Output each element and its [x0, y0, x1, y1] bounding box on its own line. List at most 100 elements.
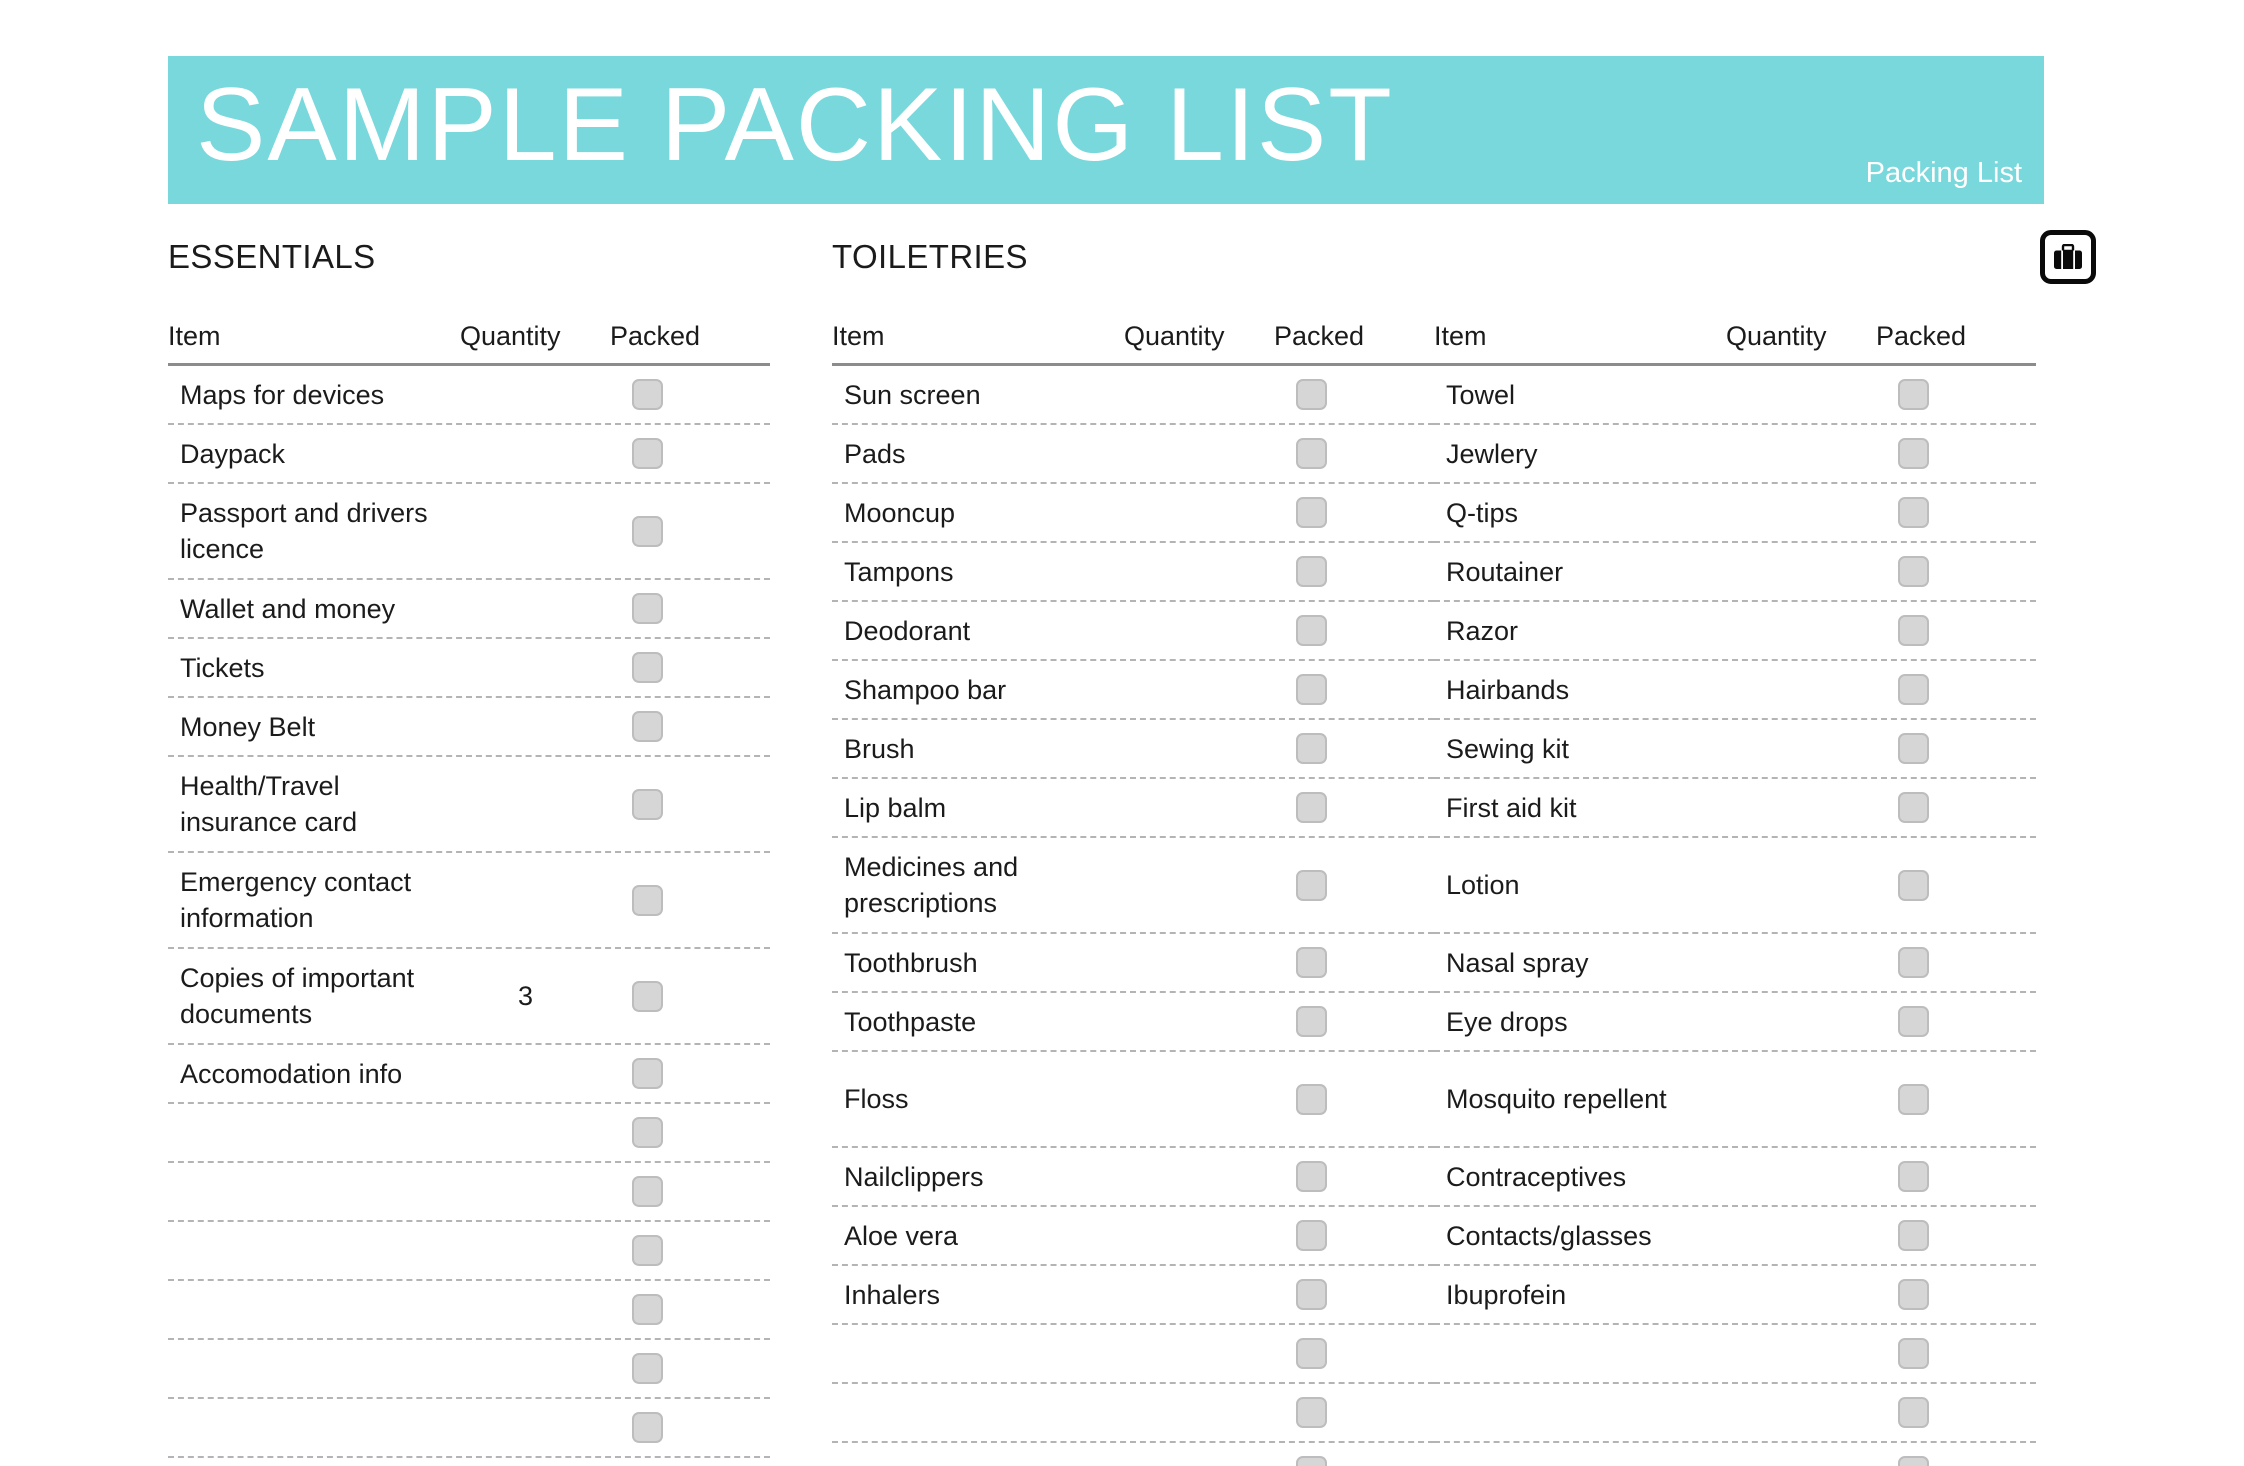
row-quantity-value[interactable] — [460, 1300, 610, 1320]
packed-checkbox[interactable] — [632, 980, 663, 1012]
packed-checkbox[interactable] — [1898, 1456, 1929, 1466]
row-quantity-value[interactable] — [1726, 953, 1876, 973]
row-quantity-value[interactable] — [460, 658, 610, 678]
row-quantity-value[interactable] — [1124, 1285, 1274, 1305]
packed-checkbox[interactable] — [1898, 792, 1929, 823]
packed-checkbox[interactable] — [1898, 497, 1929, 528]
packed-checkbox[interactable] — [1296, 556, 1327, 587]
packed-checkbox[interactable] — [1296, 1220, 1327, 1251]
row-quantity-value[interactable] — [1726, 621, 1876, 641]
packed-checkbox[interactable] — [1296, 1456, 1327, 1466]
packed-checkbox[interactable] — [1296, 1161, 1327, 1192]
row-quantity-value[interactable] — [1726, 1012, 1876, 1032]
row-quantity-value[interactable] — [1124, 798, 1274, 818]
row-quantity-value[interactable] — [460, 521, 610, 541]
row-quantity-value[interactable] — [1726, 1462, 1876, 1466]
row-quantity-value[interactable] — [1124, 1167, 1274, 1187]
row-quantity-value[interactable] — [1124, 562, 1274, 582]
packed-checkbox[interactable] — [632, 1058, 663, 1089]
row-quantity-value[interactable] — [1726, 562, 1876, 582]
row-quantity-value[interactable] — [1726, 503, 1876, 523]
packed-checkbox[interactable] — [1898, 615, 1929, 646]
packed-checkbox[interactable] — [1296, 792, 1327, 823]
packed-checkbox[interactable] — [632, 1117, 663, 1148]
row-quantity-value[interactable] — [1124, 1462, 1274, 1466]
row-quantity-value[interactable] — [1124, 1089, 1274, 1109]
row-quantity-value[interactable] — [1124, 385, 1274, 405]
packed-checkbox[interactable] — [1296, 615, 1327, 646]
row-quantity-value[interactable] — [1124, 680, 1274, 700]
packed-checkbox[interactable] — [632, 788, 663, 820]
packed-checkbox[interactable] — [1296, 733, 1327, 764]
row-quantity-value[interactable] — [1726, 1226, 1876, 1246]
row-quantity-value[interactable] — [1726, 875, 1876, 895]
row-quantity-value[interactable] — [460, 385, 610, 405]
packed-checkbox[interactable] — [1898, 1397, 1929, 1428]
row-quantity-value[interactable] — [460, 1064, 610, 1084]
packed-checkbox[interactable] — [632, 1235, 663, 1266]
row-quantity-value[interactable] — [460, 1123, 610, 1143]
row-quantity-value[interactable] — [1124, 875, 1274, 895]
row-quantity-value[interactable] — [1726, 798, 1876, 818]
packed-checkbox[interactable] — [632, 711, 663, 742]
row-quantity-value[interactable] — [1726, 739, 1876, 759]
packed-checkbox[interactable] — [1296, 674, 1327, 705]
packed-checkbox[interactable] — [1898, 733, 1929, 764]
packed-checkbox[interactable] — [1296, 947, 1327, 978]
row-quantity-value[interactable] — [1726, 680, 1876, 700]
row-quantity-value[interactable] — [1124, 1344, 1274, 1364]
packed-checkbox[interactable] — [1296, 1083, 1327, 1115]
row-quantity-value[interactable] — [460, 1359, 610, 1379]
row-quantity-value[interactable] — [460, 444, 610, 464]
packed-checkbox[interactable] — [1898, 1220, 1929, 1251]
packed-checkbox[interactable] — [632, 1412, 663, 1443]
packed-checkbox[interactable] — [632, 438, 663, 469]
packed-checkbox[interactable] — [1898, 1338, 1929, 1369]
row-quantity-value[interactable] — [1726, 1344, 1876, 1364]
packed-checkbox[interactable] — [1898, 674, 1929, 705]
packed-checkbox[interactable] — [632, 593, 663, 624]
packed-checkbox[interactable] — [1898, 1279, 1929, 1310]
row-quantity-value[interactable] — [1124, 1226, 1274, 1246]
packed-checkbox[interactable] — [1898, 947, 1929, 978]
suitcase-button[interactable] — [2040, 230, 2096, 284]
packed-checkbox[interactable] — [1296, 438, 1327, 469]
packed-checkbox[interactable] — [1898, 379, 1929, 410]
row-quantity-value[interactable] — [1124, 444, 1274, 464]
row-quantity-value[interactable] — [460, 1241, 610, 1261]
packed-checkbox[interactable] — [1296, 379, 1327, 410]
packed-checkbox[interactable] — [1898, 556, 1929, 587]
packed-checkbox[interactable] — [1296, 1397, 1327, 1428]
row-quantity-value[interactable] — [1124, 953, 1274, 973]
packed-checkbox[interactable] — [1898, 869, 1929, 901]
row-quantity-value[interactable] — [1124, 503, 1274, 523]
packed-checkbox[interactable] — [1898, 438, 1929, 469]
packed-checkbox[interactable] — [632, 652, 663, 683]
packed-checkbox[interactable] — [1898, 1006, 1929, 1037]
row-quantity-value[interactable] — [460, 1418, 610, 1438]
packed-checkbox[interactable] — [632, 515, 663, 547]
row-quantity-value[interactable] — [1726, 444, 1876, 464]
packed-checkbox[interactable] — [1898, 1161, 1929, 1192]
row-quantity-value[interactable] — [1726, 385, 1876, 405]
packed-checkbox[interactable] — [632, 379, 663, 410]
packed-checkbox[interactable] — [632, 1353, 663, 1384]
row-quantity-value[interactable] — [460, 599, 610, 619]
packed-checkbox[interactable] — [1296, 1279, 1327, 1310]
packed-checkbox[interactable] — [1296, 1006, 1327, 1037]
row-quantity-value[interactable] — [1124, 1403, 1274, 1423]
packed-checkbox[interactable] — [632, 1294, 663, 1325]
packed-checkbox[interactable] — [1296, 497, 1327, 528]
packed-checkbox[interactable] — [1296, 1338, 1327, 1369]
packed-checkbox[interactable] — [632, 884, 663, 916]
row-quantity-value[interactable] — [460, 1182, 610, 1202]
row-quantity-value[interactable] — [1726, 1089, 1876, 1109]
row-quantity-value[interactable] — [1124, 1012, 1274, 1032]
row-quantity-value[interactable] — [1726, 1167, 1876, 1187]
row-quantity-value[interactable]: 3 — [460, 968, 610, 1024]
row-quantity-value[interactable] — [460, 794, 610, 814]
packed-checkbox[interactable] — [1898, 1083, 1929, 1115]
row-quantity-value[interactable] — [1726, 1285, 1876, 1305]
packed-checkbox[interactable] — [1296, 869, 1327, 901]
packed-checkbox[interactable] — [632, 1176, 663, 1207]
